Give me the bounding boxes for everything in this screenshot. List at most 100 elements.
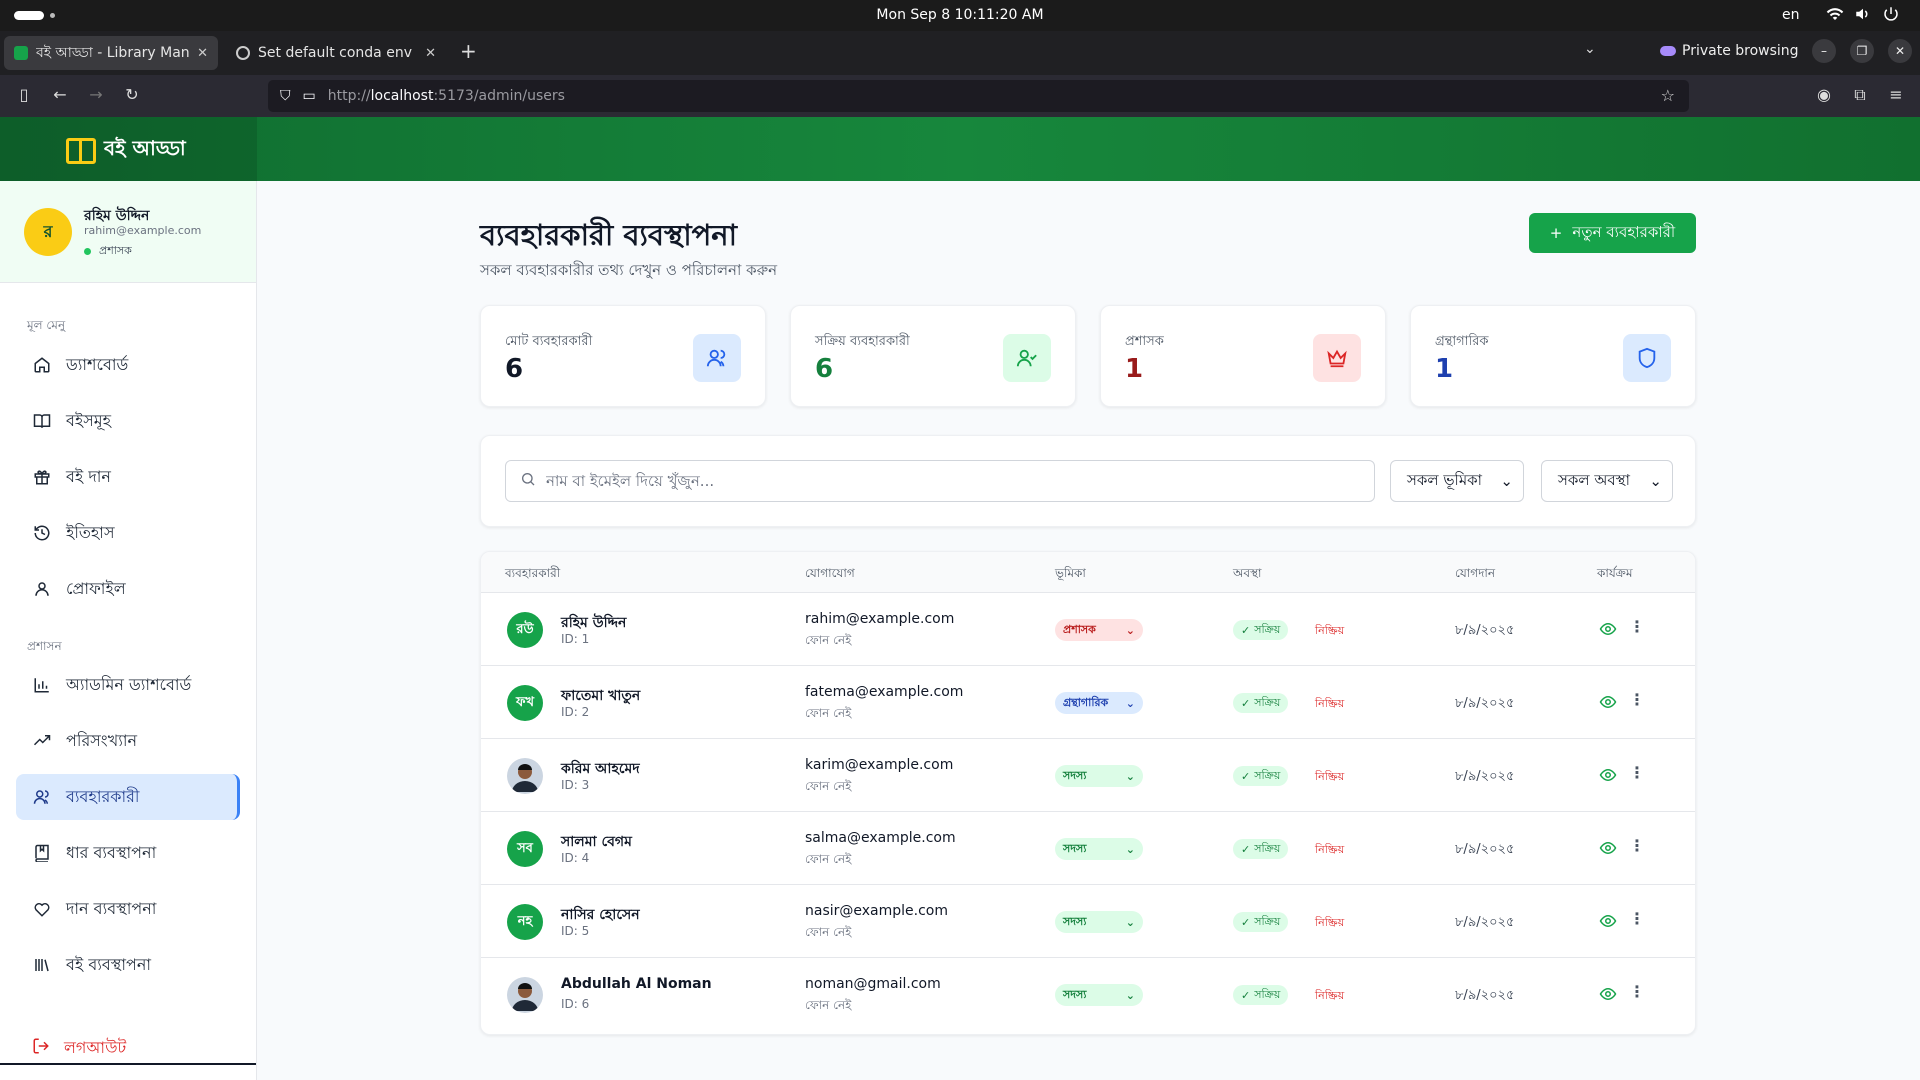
sidebar-item-admin-dashboard[interactable]: অ্যাডমিন ড্যাশবোর্ড xyxy=(16,662,240,708)
status-active-button[interactable]: ✓ সক্রিয় xyxy=(1233,766,1289,786)
stat-card-active-users: সক্রিয় ব্যবহারকারী 6 xyxy=(790,305,1076,407)
user-email: rahim@example.com xyxy=(805,611,955,627)
keyboard-language[interactable]: en xyxy=(1782,7,1800,23)
chevron-down-icon: ⌄ xyxy=(1125,696,1135,710)
reload-icon[interactable]: ↻ xyxy=(122,85,142,105)
volume-icon xyxy=(1854,5,1872,23)
users-icon xyxy=(693,334,741,382)
avatar xyxy=(507,977,543,1013)
user-id: ID: 1 xyxy=(561,632,590,646)
page-title: ব্যবহারকারী ব্যবস্থাপনা xyxy=(480,218,738,252)
role-select[interactable]: সদস্য ⌄ xyxy=(1055,765,1143,787)
extensions-icon[interactable]: ⧉ xyxy=(1850,85,1870,105)
status-active-button[interactable]: ✓ সক্রিয় xyxy=(1233,839,1289,859)
shield-icon xyxy=(1623,334,1671,382)
status-active-button[interactable]: ✓ সক্রিয় xyxy=(1233,985,1289,1005)
role-select[interactable]: সদস্য ⌄ xyxy=(1055,984,1143,1006)
tab-library-manager[interactable]: বই আড্ডা - Library Manager ✕ xyxy=(4,36,218,70)
stat-value: 1 xyxy=(1435,354,1454,384)
eye-icon[interactable] xyxy=(1599,839,1617,857)
user-email: karim@example.com xyxy=(805,757,954,773)
user-id: ID: 6 xyxy=(561,997,590,1011)
eye-icon[interactable] xyxy=(1599,985,1617,1003)
eye-icon[interactable] xyxy=(1599,766,1617,784)
status-inactive-button[interactable]: নিষ্ক্রিয় xyxy=(1315,987,1344,1006)
wifi-icon xyxy=(1826,5,1844,23)
status-inactive-button[interactable]: নিষ্ক্রিয় xyxy=(1315,914,1344,933)
more-vertical-icon[interactable]: ⋮ xyxy=(1629,617,1645,636)
new-tab-icon[interactable]: + xyxy=(460,39,477,63)
sidebar-item-history[interactable]: ইতিহাস xyxy=(16,510,240,556)
more-vertical-icon[interactable]: ⋮ xyxy=(1629,763,1645,782)
restore-icon[interactable]: ❐ xyxy=(1850,39,1874,63)
status-inactive-button[interactable]: নিষ্ক্রিয় xyxy=(1315,841,1344,860)
user-phone: ফোন নেই xyxy=(805,925,852,939)
sidebar-item-loans[interactable]: ধার ব্যবস্থাপনা xyxy=(16,830,240,876)
role-select[interactable]: গ্রন্থাগারিক ⌄ xyxy=(1055,692,1143,714)
os-clock[interactable]: Mon Sep 8 10:11:20 AM xyxy=(0,7,1920,23)
close-tab-icon[interactable]: ✕ xyxy=(425,46,436,61)
trending-icon xyxy=(32,731,52,751)
status-inactive-button[interactable]: নিষ্ক্রিয় xyxy=(1315,695,1344,714)
more-vertical-icon[interactable]: ⋮ xyxy=(1629,690,1645,709)
sidebar-item-label: ড্যাশবোর্ড xyxy=(66,354,129,374)
brand-logo[interactable]: বই আড্ডা xyxy=(66,134,186,167)
table-row: করিম আহমেদ ID: 3 karim@example.com ফোন নেই স… xyxy=(481,738,1695,811)
search-box[interactable] xyxy=(505,460,1375,502)
more-vertical-icon[interactable]: ⋮ xyxy=(1629,836,1645,855)
sidebar-item-statistics[interactable]: পরিসংখ্যান xyxy=(16,718,240,764)
role-select[interactable]: প্রশাসক ⌄ xyxy=(1055,619,1143,641)
role-filter-value: সকল ভূমিকা xyxy=(1407,470,1482,489)
status-active-label: সক্রিয় xyxy=(1254,914,1281,928)
chevron-down-icon[interactable]: ⌄ xyxy=(1584,41,1596,57)
logout-button[interactable]: লগআউট xyxy=(16,1026,240,1070)
sidebar-item-books[interactable]: বইসমূহ xyxy=(16,398,240,444)
status-active-button[interactable]: ✓ সক্রিয় xyxy=(1233,912,1289,932)
sidebar-item-profile[interactable]: প্রোফাইল xyxy=(16,566,240,612)
forward-icon[interactable]: → xyxy=(86,85,106,105)
account-icon[interactable]: ◉ xyxy=(1814,85,1834,105)
user-check-icon: ✓ xyxy=(1241,769,1251,783)
eye-icon[interactable] xyxy=(1599,912,1617,930)
more-vertical-icon[interactable]: ⋮ xyxy=(1629,909,1645,928)
eye-icon[interactable] xyxy=(1599,620,1617,638)
stat-value: 1 xyxy=(1125,354,1144,384)
close-window-icon[interactable]: ✕ xyxy=(1888,39,1912,63)
sidebar-item-donations[interactable]: দান ব্যবস্থাপনা xyxy=(16,886,240,932)
close-tab-icon[interactable]: ✕ xyxy=(197,46,208,61)
status-active-button[interactable]: ✓ সক্রিয় xyxy=(1233,620,1289,640)
stat-card-total-users: মোট ব্যবহারকারী 6 xyxy=(480,305,766,407)
stat-label: সক্রিয় ব্যবহারকারী xyxy=(815,334,910,349)
user-email: noman@gmail.com xyxy=(805,976,941,992)
minimize-icon[interactable]: – xyxy=(1812,39,1836,63)
system-tray[interactable] xyxy=(1826,5,1900,23)
sidebar-item-users[interactable]: ব্যবহারকারী xyxy=(16,774,240,820)
table-row: নহ নাসির হোসেন ID: 5 nasir@example.com ফোন ন… xyxy=(481,884,1695,957)
sidebar-toggle-icon[interactable]: ▯ xyxy=(14,85,34,105)
add-user-button[interactable]: + নতুন ব্যবহারকারী xyxy=(1529,213,1696,253)
sidebar-item-dashboard[interactable]: ড্যাশবোর্ড xyxy=(16,342,240,388)
url-text[interactable]: http://localhost:5173/admin/users xyxy=(328,88,565,104)
more-vertical-icon[interactable]: ⋮ xyxy=(1629,982,1645,1001)
role-select[interactable]: সদস্য ⌄ xyxy=(1055,911,1143,933)
url-bar[interactable]: ⛉ ▭ http://localhost:5173/admin/users ☆ xyxy=(268,80,1689,112)
shield-icon[interactable]: ⛉ xyxy=(280,88,291,104)
status-inactive-button[interactable]: নিষ্ক্রিয় xyxy=(1315,622,1344,641)
header-actions: কার্যক্রম xyxy=(1597,566,1633,580)
status-active-button[interactable]: ✓ সক্রিয় xyxy=(1233,693,1289,713)
tab-conda-env[interactable]: Set default conda env ✕ xyxy=(226,36,446,70)
role-select[interactable]: সদস্য ⌄ xyxy=(1055,838,1143,860)
bookmark-star-icon[interactable]: ☆ xyxy=(1661,86,1675,105)
eye-icon[interactable] xyxy=(1599,693,1617,711)
user-check-icon: ✓ xyxy=(1241,988,1251,1002)
role-filter-select[interactable]: সকল ভূমিকা ⌄ xyxy=(1390,460,1524,502)
status-active-label: সক্রিয় xyxy=(1254,768,1281,782)
sidebar-item-donate[interactable]: বই দান xyxy=(16,454,240,500)
browser-nav-bar: ▯ ← → ↻ ⛉ ▭ http://localhost:5173/admin/… xyxy=(0,75,1920,117)
status-filter-select[interactable]: সকল অবস্থা ⌄ xyxy=(1541,460,1673,502)
sidebar-item-book-management[interactable]: বই ব্যবস্থাপনা xyxy=(16,942,240,988)
search-input[interactable] xyxy=(546,472,1346,490)
back-icon[interactable]: ← xyxy=(50,85,70,105)
status-inactive-button[interactable]: নিষ্ক্রিয় xyxy=(1315,768,1344,787)
menu-icon[interactable]: ≡ xyxy=(1886,85,1906,105)
